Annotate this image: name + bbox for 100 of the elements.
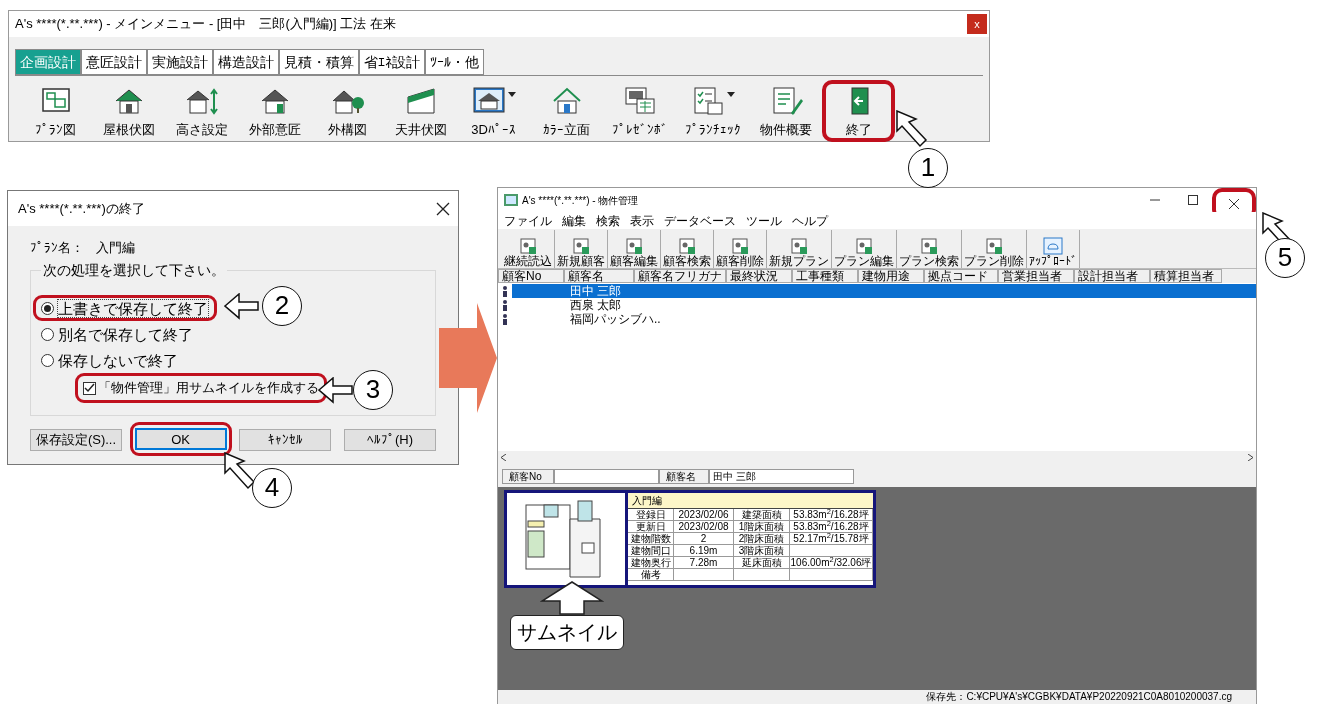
table-cell: 6.19m <box>674 545 734 557</box>
person-icon <box>502 285 508 297</box>
radio-button[interactable] <box>41 353 54 367</box>
toolbar-button[interactable]: 高さ設定 <box>165 80 238 142</box>
plan-name-value: 入門編 <box>96 239 135 258</box>
table-cell: 建物奥行 <box>628 557 674 569</box>
dropdown-caret-icon <box>726 92 735 98</box>
toolbar-button[interactable]: 終了 <box>822 80 895 142</box>
tab[interactable]: 見積・積算 <box>279 49 359 75</box>
menu-item[interactable]: 検索 <box>596 211 620 230</box>
toolbar-button[interactable]: プラン削除 <box>962 230 1027 268</box>
close-icon[interactable] <box>436 201 450 216</box>
checkbox[interactable] <box>83 381 96 395</box>
presentation-board-icon <box>622 85 657 117</box>
person-icon <box>502 299 508 311</box>
menu-item[interactable]: 編集 <box>562 211 586 230</box>
next-step-arrow-icon <box>439 303 499 413</box>
radio-button[interactable] <box>41 301 54 315</box>
toolbar-button[interactable]: 顧客編集 <box>608 230 661 268</box>
dialog-button[interactable]: 保存設定(S)... <box>30 428 122 451</box>
dialog-button[interactable]: OK <box>134 428 227 450</box>
toolbar-button[interactable]: 3Dﾊﾟｰｽ <box>457 80 530 142</box>
group-label: 次の処理を選択して下さい。 <box>41 261 227 279</box>
table-cell: 更新日 <box>628 521 674 533</box>
tab[interactable]: ﾂｰﾙ・他 <box>425 49 484 75</box>
scroll-left-icon[interactable] <box>501 453 506 461</box>
toolbar-button[interactable]: 新規顧客 <box>555 230 608 268</box>
dialog-button[interactable]: ｷｬﾝｾﾙ <box>239 428 332 451</box>
table-cell: 延床面積 <box>734 557 790 569</box>
maximize-icon[interactable] <box>1188 195 1198 205</box>
tab[interactable]: 省ｴﾈ設計 <box>359 49 425 75</box>
customer-name-field[interactable]: 田中 三郎 <box>709 468 854 484</box>
toolbar-button[interactable]: ｶﾗｰ立面 <box>530 80 603 142</box>
card-title: 入門編 <box>628 493 873 509</box>
customer-no-label: 顧客No <box>502 468 554 484</box>
option-label: 別名で保存して終了 <box>57 324 194 344</box>
pointer-arrow-icon <box>318 377 354 404</box>
toolbar-button[interactable]: 外部意匠 <box>238 80 311 142</box>
close-button[interactable]: x <box>967 14 987 34</box>
toolbar-button[interactable]: 新規プラン <box>767 230 832 268</box>
column-header[interactable]: 顧客No <box>498 269 564 283</box>
app-icon <box>504 194 518 206</box>
menu-item[interactable]: ヘルプ <box>792 211 828 230</box>
menu-item[interactable]: ツール <box>746 211 782 230</box>
customer-no-field[interactable] <box>554 468 659 484</box>
column-header[interactable]: 建物用途 <box>858 269 924 283</box>
column-header[interactable]: 最終状況 <box>726 269 792 283</box>
toolbar-button[interactable]: 天井伏図 <box>384 80 457 142</box>
toolbar-button[interactable]: 顧客削除 <box>714 230 767 268</box>
toolbar-button[interactable]: ﾌﾟﾚｾﾞﾝﾎﾞ <box>603 80 676 142</box>
window-title: A's ****(*.**.***) - メインメニュー - [田中 三郎(入門編)] 工法 在来 <box>15 15 396 34</box>
caption-label: サムネイル <box>510 615 624 650</box>
cloud-upload-icon <box>1043 237 1063 255</box>
tab[interactable]: 実施設計 <box>147 49 213 75</box>
table-cell: 106.00m$^{2}$/32.06坪 <box>790 557 873 569</box>
column-header[interactable]: 顧客名 <box>564 269 634 283</box>
toolbar-button[interactable]: ｱｯﾌﾟﾛｰﾄﾞ <box>1027 230 1080 268</box>
column-header[interactable]: 顧客名フリガナ <box>634 269 726 283</box>
scroll-right-icon[interactable] <box>1248 453 1253 461</box>
table-cell: 2 <box>674 533 734 545</box>
close-icon[interactable] <box>1229 199 1239 209</box>
toolbar-button[interactable]: 物件概要 <box>749 80 822 142</box>
person-icon <box>502 313 508 325</box>
column-header[interactable]: 拠点コード <box>924 269 998 283</box>
pointer-arrow-icon <box>224 452 256 490</box>
toolbar-button[interactable]: プラン編集 <box>832 230 897 268</box>
table-cell: 2023/02/06 <box>674 509 734 521</box>
radio-button[interactable] <box>41 327 54 341</box>
window-title: A's ****(*.**.***) - 物件管理 <box>522 193 639 208</box>
pointer-arrow-icon <box>896 110 928 148</box>
table-cell: 53.83m$^{2}$/16.28坪 <box>790 509 873 521</box>
dialog-button[interactable]: ﾍﾙﾌﾟ(H) <box>343 428 436 451</box>
table-cell: 3階床面積 <box>734 545 790 557</box>
menu-item[interactable]: 表示 <box>630 211 654 230</box>
table-cell: 西泉 太郎 <box>570 298 622 312</box>
menu-item[interactable]: データベース <box>664 211 736 230</box>
toolbar-button[interactable]: 顧客検索 <box>661 230 714 268</box>
column-header[interactable]: 積算担当者 <box>1150 269 1222 283</box>
table-cell: 田中 三郎 <box>570 284 622 298</box>
toolbar-button[interactable]: 屋根伏図 <box>92 80 165 142</box>
column-header[interactable]: 工事種類 <box>792 269 858 283</box>
tab[interactable]: 構造設計 <box>213 49 279 75</box>
table-cell: 2階床面積 <box>734 533 790 545</box>
table-cell: 建物間口 <box>628 545 674 557</box>
toolbar-button[interactable]: 継続読込 <box>502 230 555 268</box>
table-cell: 建築面積 <box>734 509 790 521</box>
table-cell: 備考 <box>628 569 674 581</box>
step-number: 1 <box>908 148 948 188</box>
menu-item[interactable]: ファイル <box>504 211 552 230</box>
column-header[interactable]: 営業担当者 <box>998 269 1074 283</box>
horizontal-scrollbar[interactable] <box>498 451 1256 463</box>
list-row[interactable]: 田中 三郎 <box>512 284 1256 298</box>
toolbar-button[interactable]: プラン検索 <box>897 230 962 268</box>
toolbar-button[interactable]: ﾌﾟﾗﾝﾁｪｯｸ <box>676 80 749 142</box>
tab[interactable]: 意匠設計 <box>81 49 147 75</box>
toolbar-button[interactable]: 外構図 <box>311 80 384 142</box>
step-number: 4 <box>252 468 292 508</box>
table-cell: 53.83m$^{2}$/16.28坪 <box>790 521 873 533</box>
column-header[interactable]: 設計担当者 <box>1074 269 1150 283</box>
toolbar-button[interactable]: ﾌﾟﾗﾝ図 <box>19 80 92 142</box>
